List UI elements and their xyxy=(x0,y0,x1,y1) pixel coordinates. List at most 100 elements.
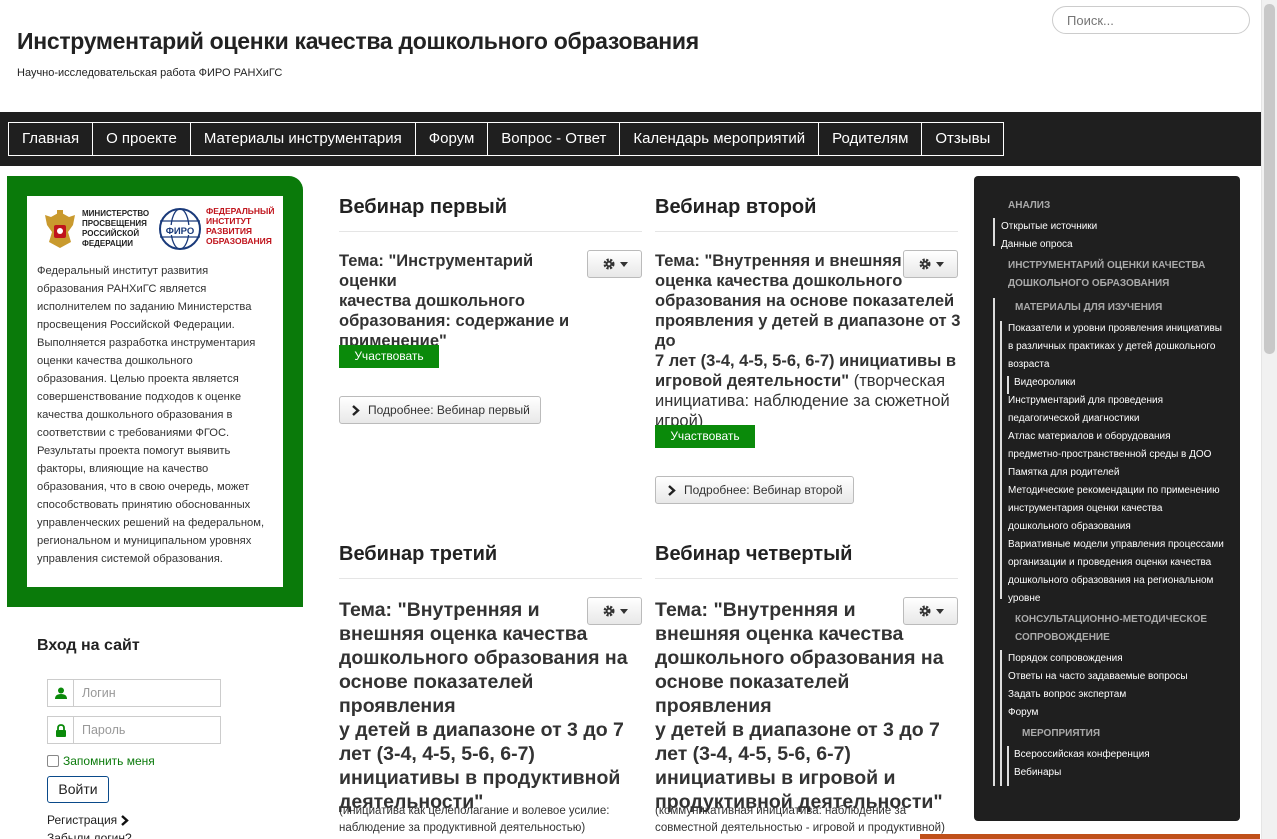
firo-emblem-label: ФИРО xyxy=(166,226,195,237)
read-more-button[interactable]: Подробнее: Вебинар первый xyxy=(339,396,541,424)
menu-item-models-2[interactable]: организации и проведения оценки качества xyxy=(1008,554,1211,572)
menu-header-tool[interactable]: ИНСТРУМЕНТАРИЙ ОЦЕНКИ КАЧЕСТВА xyxy=(1008,257,1205,275)
menu-header-consult[interactable]: КОНСУЛЬТАЦИОННО-МЕТОДИЧЕСКОЕ xyxy=(1015,611,1207,629)
topic-line: лет (3-4, 4-5, 5-6, 6-7) xyxy=(339,743,535,765)
gear-icon xyxy=(919,258,930,270)
menu-header-analysis[interactable]: АНАЛИЗ xyxy=(1008,197,1050,215)
firo-globe-icon: ФИРО xyxy=(159,208,201,250)
webinar-title[interactable]: Вебинар четвертый xyxy=(655,543,958,573)
menu-item-diagnostics-2[interactable]: педагогической диагностики xyxy=(1008,410,1139,428)
nav-item-home[interactable]: Главная xyxy=(9,123,94,155)
menu-item-guidelines-2[interactable]: инструментария оценки качества xyxy=(1008,500,1162,518)
register-link[interactable]: Регистрация xyxy=(47,813,129,827)
menu-item-ask-experts[interactable]: Задать вопрос экспертам xyxy=(1008,686,1126,704)
webinar-title[interactable]: Вебинар первый xyxy=(339,196,642,226)
topic-line: инициативы в продуктивной xyxy=(339,767,621,789)
nav-item-materials[interactable]: Материалы инструментария xyxy=(191,123,416,155)
menu-item-atlas[interactable]: Атлас материалов и оборудования xyxy=(1008,428,1171,446)
menu-header-events[interactable]: МЕРОПРИЯТИЯ xyxy=(1022,725,1100,743)
menu-header-consult-2[interactable]: СОПРОВОЖДЕНИЕ xyxy=(1015,629,1110,647)
menu-item-parents-memo[interactable]: Памятка для родителей xyxy=(1008,464,1119,482)
topic-line: проявления у детей в диапазоне от 3 до xyxy=(655,312,961,350)
topic-note: (творческая xyxy=(849,372,946,390)
menu-item-atlas-2[interactable]: предметно-пространственной среды в ДОО xyxy=(1008,446,1211,464)
menu-item-forum[interactable]: Форум xyxy=(1008,704,1038,722)
menu-item-conference[interactable]: Всероссийская конференция xyxy=(1014,746,1150,764)
gear-icon xyxy=(919,605,930,617)
menu-item-webinars[interactable]: Вебинары xyxy=(1014,764,1061,782)
caret-down-icon xyxy=(935,261,944,267)
firo-logo-text: ФЕДЕРАЛЬНЫЙ ИНСТИТУТ РАЗВИТИЯ ОБРАЗОВАНИ… xyxy=(206,206,275,246)
menu-item-guidelines[interactable]: Методические рекомендации по применению xyxy=(1008,482,1220,500)
nav-item-forum[interactable]: Форум xyxy=(416,123,489,155)
divider xyxy=(655,578,958,579)
username-field[interactable]: Логин xyxy=(47,679,221,707)
menu-header-tool-2[interactable]: ДОШКОЛЬНОГО ОБРАЗОВАНИЯ xyxy=(1008,275,1169,293)
menu-item-open-sources[interactable]: Открытые источники xyxy=(1001,218,1097,236)
menu-item-indicators-2[interactable]: в различных практиках у детей дошкольног… xyxy=(1008,338,1215,356)
menu-item-indicators[interactable]: Показатели и уровни проявления инициатив… xyxy=(1008,320,1222,338)
item-tools-button[interactable] xyxy=(587,597,642,625)
menu-item-faq[interactable]: Ответы на часто задаваемые вопросы xyxy=(1008,668,1188,686)
menu-item-models-4[interactable]: уровне xyxy=(1008,590,1040,608)
page-scrollbar[interactable] xyxy=(1261,0,1277,839)
search-input[interactable] xyxy=(1052,6,1250,34)
about-line: совершенствование подходов к оценке xyxy=(37,391,242,403)
user-icon xyxy=(48,680,74,706)
read-more-button[interactable]: Подробнее: Вебинар второй xyxy=(655,476,854,504)
lock-icon xyxy=(48,717,74,743)
nav-item-calendar[interactable]: Календарь мероприятий xyxy=(620,123,820,155)
topic-line: лет (3-4, 4-5, 5-6, 6-7) xyxy=(655,743,851,765)
menu-tree-line xyxy=(1007,746,1009,786)
menu-item-survey-data[interactable]: Данные опроса xyxy=(1001,236,1073,254)
item-tools-button[interactable] xyxy=(903,250,958,278)
menu-item-models[interactable]: Вариативные модели управления процессами xyxy=(1008,536,1224,554)
webinar-card: Вебинар второй Тема: "Внутренняя и внешн… xyxy=(655,196,960,516)
scrollbar-thumb[interactable] xyxy=(1264,4,1275,354)
password-field[interactable]: Пароль xyxy=(47,716,221,744)
register-label: Регистрация xyxy=(47,813,118,827)
webinar-title[interactable]: Вебинар третий xyxy=(339,543,642,573)
topic-note: инициатива: наблюдение за сюжетной xyxy=(655,392,950,410)
item-tools-button[interactable] xyxy=(587,250,642,278)
chevron-right-icon xyxy=(352,404,360,416)
menu-item-support-order[interactable]: Порядок сопровождения xyxy=(1008,650,1123,668)
nav-item-parents[interactable]: Родителям xyxy=(819,123,923,155)
webinar-card: Вебинар первый Тема: "Инструментарий оце… xyxy=(339,196,642,436)
menu-item-videos[interactable]: Видеоролики xyxy=(1014,374,1076,392)
menu-tree-line xyxy=(993,218,995,246)
menu-item-diagnostics[interactable]: Инструментарий для проведения xyxy=(1008,392,1163,410)
ministry-emblem-icon xyxy=(45,210,75,248)
menu-item-guidelines-3[interactable]: дошкольного образования xyxy=(1008,518,1131,536)
about-line: соответствии с требованиями ФГОС. xyxy=(37,427,230,439)
menu-item-models-3[interactable]: дошкольного образования на региональном xyxy=(1008,572,1213,590)
participate-button[interactable]: Участвовать xyxy=(655,425,755,448)
main-menu: Главная О проекте Материалы инструментар… xyxy=(8,122,1005,156)
about-line: управления системой образования. xyxy=(37,553,223,565)
chevron-right-icon xyxy=(121,814,129,826)
remember-me[interactable]: Запомнить меня xyxy=(47,754,155,768)
topic-line: основе показателей проявления xyxy=(655,671,850,717)
topic-line: инициативы в игровой и xyxy=(655,767,896,789)
menu-item-indicators-3[interactable]: возраста xyxy=(1008,356,1049,374)
topic-line: образования: содержание и xyxy=(339,312,570,330)
note-line: (инициатива как целеполагание и волевое … xyxy=(339,805,610,817)
note-line: наблюдение за продуктивной деятельностью… xyxy=(339,822,586,834)
menu-header-study[interactable]: МАТЕРИАЛЫ ДЛЯ ИЗУЧЕНИЯ xyxy=(1015,299,1162,317)
participate-button[interactable]: Участвовать xyxy=(339,345,439,368)
item-tools-button[interactable] xyxy=(903,597,958,625)
remember-checkbox[interactable] xyxy=(47,755,59,767)
nav-item-about[interactable]: О проекте xyxy=(93,123,191,155)
about-line: Выполняется разработка инструментария xyxy=(37,337,256,349)
page: Инструментарий оценки качества дошкольно… xyxy=(0,0,1277,839)
forgot-login-link[interactable]: Забыли логин? xyxy=(47,831,132,839)
nav-item-reviews[interactable]: Отзывы xyxy=(922,123,1003,155)
site-title[interactable]: Инструментарий оценки качества дошкольно… xyxy=(17,28,699,55)
divider xyxy=(339,231,642,232)
about-card: МИНИСТЕРСТВО ПРОСВЕЩЕНИЯ РОССИЙСКОЙ ФЕДЕ… xyxy=(27,196,283,587)
divider xyxy=(655,231,958,232)
webinar-title[interactable]: Вебинар второй xyxy=(655,196,958,226)
login-button[interactable]: Войти xyxy=(47,776,109,803)
topic-line: дошкольного образования на xyxy=(655,647,944,669)
nav-item-qa[interactable]: Вопрос - Ответ xyxy=(488,123,621,155)
